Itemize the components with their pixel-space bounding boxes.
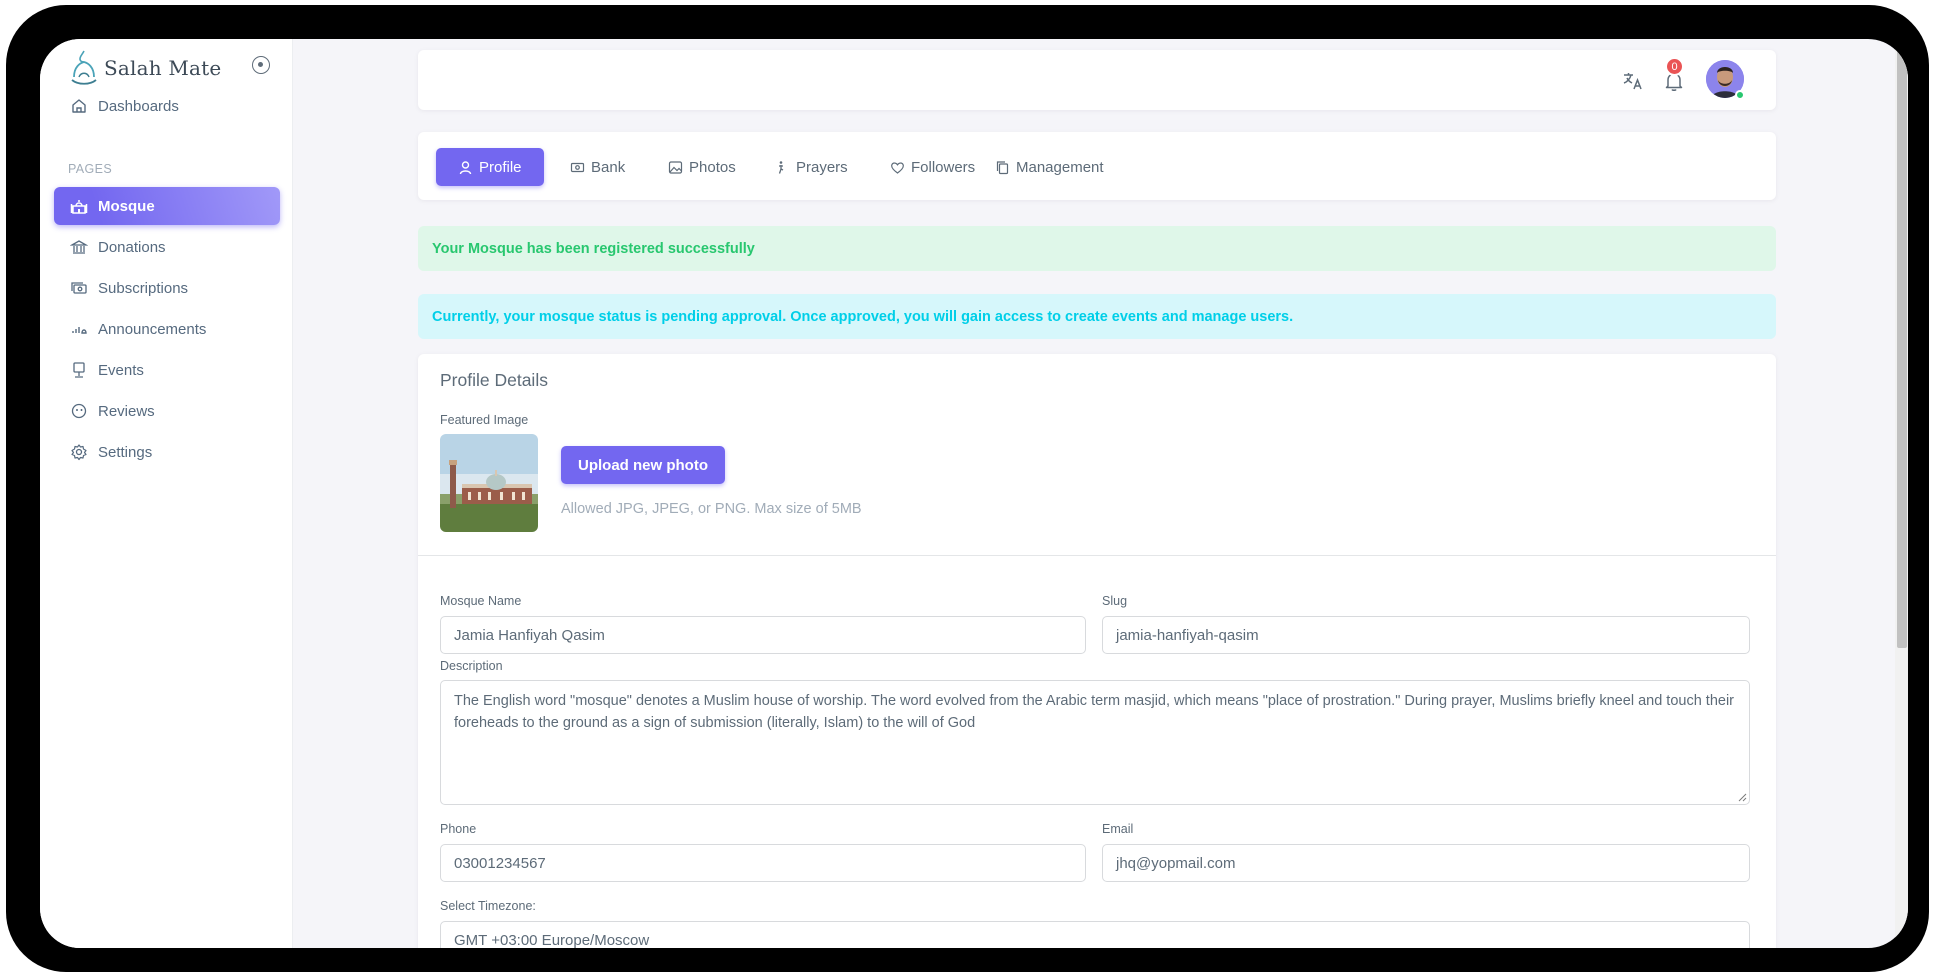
sidebar-item-settings[interactable]: Settings [54, 433, 280, 471]
mosque-name-label: Mosque Name [440, 594, 522, 608]
sidebar-collapse-icon[interactable] [252, 56, 270, 74]
chart-icon [72, 327, 87, 334]
sidebar-item-events[interactable]: Events [54, 351, 280, 389]
copy-icon [996, 160, 1009, 174]
online-status-dot [1735, 90, 1745, 100]
device-frame: Salah Mate Dashboards PAGES Mosque Donat… [6, 5, 1929, 972]
notification-badge: 0 [1665, 57, 1684, 76]
sidebar-item-label: Events [98, 361, 144, 379]
featured-image-label: Featured Image [440, 413, 529, 427]
sidebar-item-label: Dashboards [98, 97, 179, 115]
email-input[interactable]: jhq@yopmail.com [1102, 844, 1750, 882]
sidebar-item-mosque[interactable]: Mosque [54, 187, 280, 225]
description-text: The English word "mosque" denotes a Musl… [454, 693, 1734, 731]
top-navbar: 0 [418, 50, 1776, 110]
cash-icon [570, 162, 585, 172]
cash-icon [71, 282, 87, 294]
description-textarea[interactable]: The English word "mosque" denotes a Musl… [440, 680, 1750, 805]
resize-handle-icon[interactable] [1738, 793, 1747, 802]
sidebar-item-donations[interactable]: Donations [54, 228, 280, 266]
sidebar-item-label: Settings [98, 443, 153, 461]
card-title: Profile Details [440, 370, 548, 390]
home-icon [72, 99, 86, 113]
podium-icon [73, 362, 85, 378]
sidebar-item-dashboards[interactable]: Dashboards [54, 87, 280, 125]
bank-icon [70, 240, 88, 254]
user-icon [459, 160, 472, 174]
translate-icon[interactable] [1621, 69, 1645, 93]
app-screen: Salah Mate Dashboards PAGES Mosque Donat… [40, 39, 1908, 948]
rating-icon [71, 403, 87, 419]
gear-icon [71, 444, 87, 461]
profile-tabs: Profile Bank Photos Prayers Followers Ma… [418, 132, 1776, 200]
tab-profile[interactable]: Profile [436, 148, 544, 186]
featured-image [440, 434, 538, 532]
timezone-select[interactable]: GMT +03:00 Europe/Moscow [440, 921, 1750, 948]
sidebar-item-label: Donations [98, 238, 166, 256]
sidebar-item-label: Subscriptions [98, 279, 189, 297]
divider [418, 555, 1776, 556]
sidebar-item-label: Mosque [98, 197, 155, 215]
brand-name: Salah Mate [104, 56, 222, 80]
brand[interactable]: Salah Mate [68, 47, 221, 89]
sidebar-item-subscriptions[interactable]: Subscriptions [54, 269, 280, 307]
menu-section-label: PAGES [68, 162, 113, 176]
tab-prayers[interactable]: Prayers [753, 148, 870, 186]
slug-label: Slug [1102, 594, 1128, 608]
email-label: Email [1102, 822, 1134, 836]
success-alert: Your Mosque has been registered successf… [418, 226, 1776, 271]
scrollbar-thumb[interactable] [1897, 45, 1907, 648]
upload-photo-button[interactable]: Upload new photo [561, 446, 725, 484]
prayer-icon [778, 160, 784, 174]
photo-icon [668, 160, 683, 174]
tab-management[interactable]: Management [973, 148, 1126, 186]
profile-details-card: Profile Details Featured Image Upload ne… [418, 354, 1776, 948]
sidebar-item-announcements[interactable]: Announcements [54, 310, 280, 348]
phone-input[interactable]: 03001234567 [440, 844, 1086, 882]
tab-photos[interactable]: Photos [646, 148, 758, 186]
sidebar-item-reviews[interactable]: Reviews [54, 392, 280, 430]
sidebar: Salah Mate Dashboards PAGES Mosque Donat… [40, 39, 293, 948]
brand-logo-icon [71, 50, 97, 85]
phone-label: Phone [440, 822, 477, 836]
mosque-icon [70, 200, 88, 214]
sidebar-item-label: Announcements [98, 320, 207, 338]
tab-bank[interactable]: Bank [548, 148, 647, 186]
heart-icon [891, 161, 904, 174]
timezone-label: Select Timezone: [440, 899, 536, 913]
description-label: Description [440, 659, 503, 673]
pending-approval-alert: Currently, your mosque status is pending… [418, 294, 1776, 339]
sidebar-item-label: Reviews [98, 402, 155, 420]
upload-hint: Allowed JPG, JPEG, or PNG. Max size of 5… [561, 501, 862, 517]
slug-input[interactable]: jamia-hanfiyah-qasim [1102, 616, 1750, 654]
mosque-name-input[interactable]: Jamia Hanfiyah Qasim [440, 616, 1086, 654]
